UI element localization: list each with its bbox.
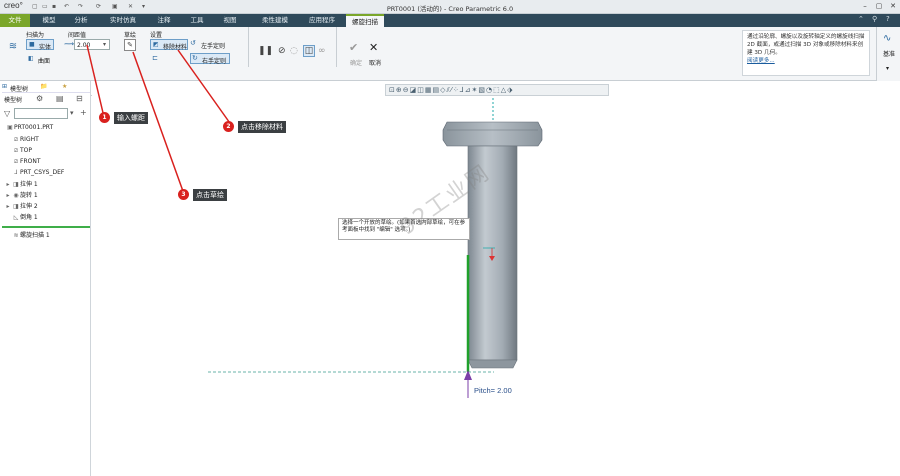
callout-1-line <box>86 44 105 118</box>
bolt-chamfer <box>467 359 518 369</box>
callout-label-2: 点击移除材料 <box>238 121 286 133</box>
callout-badge-2: 2 <box>223 121 234 132</box>
callout-2-line <box>177 49 233 127</box>
callout-label-1: 输入螺距 <box>114 112 148 124</box>
start-arrow-icon[interactable] <box>464 370 472 380</box>
callout-label-3: 点击草绘 <box>193 189 227 201</box>
pitch-annotation[interactable]: Pitch= 2.00 <box>474 386 512 395</box>
bolt-head[interactable] <box>442 121 543 147</box>
callout-badge-3: 3 <box>178 189 189 200</box>
callout-badge-1: 1 <box>99 112 110 123</box>
